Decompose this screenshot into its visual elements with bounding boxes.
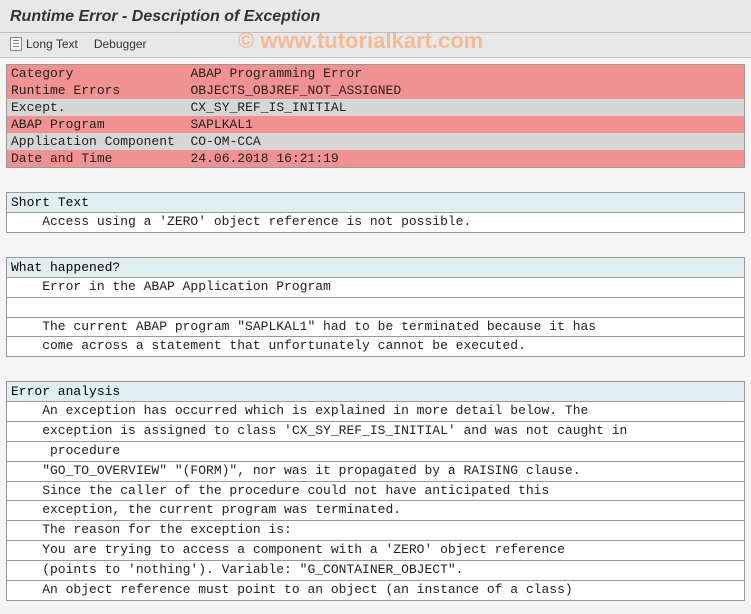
section-line: An object reference must point to an obj… [7,581,744,601]
error-analysis-section: Error analysis An exception has occurred… [6,381,745,600]
info-row: CategoryABAP Programming Error [7,65,745,83]
info-value: SAPLKAL1 [187,116,745,133]
toolbar: Long Text Debugger [0,33,751,58]
document-icon [10,37,22,51]
section-line: Access using a 'ZERO' object reference i… [7,213,744,233]
section-line: (points to 'nothing'). Variable: "G_CONT… [7,561,744,581]
info-row: Except.CX_SY_REF_IS_INITIAL [7,99,745,116]
info-label: ABAP Program [7,116,187,133]
section-line: "GO_TO_OVERVIEW" "(FORM)", nor was it pr… [7,462,744,482]
long-text-button[interactable]: Long Text [10,37,78,51]
section-line: You are trying to access a component wit… [7,541,744,561]
info-label: Category [7,65,187,83]
info-row: Application ComponentCO-OM-CCA [7,133,745,150]
section-line: exception is assigned to class 'CX_SY_RE… [7,422,744,442]
section-line: The current ABAP program "SAPLKAL1" had … [7,318,744,338]
section-line: An exception has occurred which is expla… [7,402,744,422]
section-line: exception, the current program was termi… [7,501,744,521]
what-happened-title: What happened? [7,258,744,278]
info-label: Date and Time [7,150,187,168]
error-analysis-title: Error analysis [7,382,744,402]
section-line: Error in the ABAP Application Program [7,278,744,298]
info-value: CO-OM-CCA [187,133,745,150]
info-row: Runtime ErrorsOBJECTS_OBJREF_NOT_ASSIGNE… [7,82,745,99]
info-value: 24.06.2018 16:21:19 [187,150,745,168]
section-line: come across a statement that unfortunate… [7,337,744,357]
what-happened-section: What happened? Error in the ABAP Applica… [6,257,745,357]
error-info-table: CategoryABAP Programming ErrorRuntime Er… [6,64,745,168]
page-title: Runtime Error - Description of Exception [10,8,741,26]
section-line: Since the caller of the procedure could … [7,482,744,502]
debugger-label: Debugger [94,37,147,51]
info-label: Except. [7,99,187,116]
short-text-section: Short Text Access using a 'ZERO' object … [6,192,745,233]
long-text-label: Long Text [26,37,78,51]
info-row: ABAP ProgramSAPLKAL1 [7,116,745,133]
info-value: CX_SY_REF_IS_INITIAL [187,99,745,116]
section-line: The reason for the exception is: [7,521,744,541]
info-label: Application Component [7,133,187,150]
section-line [7,298,744,318]
info-value: ABAP Programming Error [187,65,745,83]
debugger-button[interactable]: Debugger [94,37,147,51]
short-text-title: Short Text [7,193,744,213]
info-value: OBJECTS_OBJREF_NOT_ASSIGNED [187,82,745,99]
section-line: procedure [7,442,744,462]
info-row: Date and Time24.06.2018 16:21:19 [7,150,745,168]
info-label: Runtime Errors [7,82,187,99]
